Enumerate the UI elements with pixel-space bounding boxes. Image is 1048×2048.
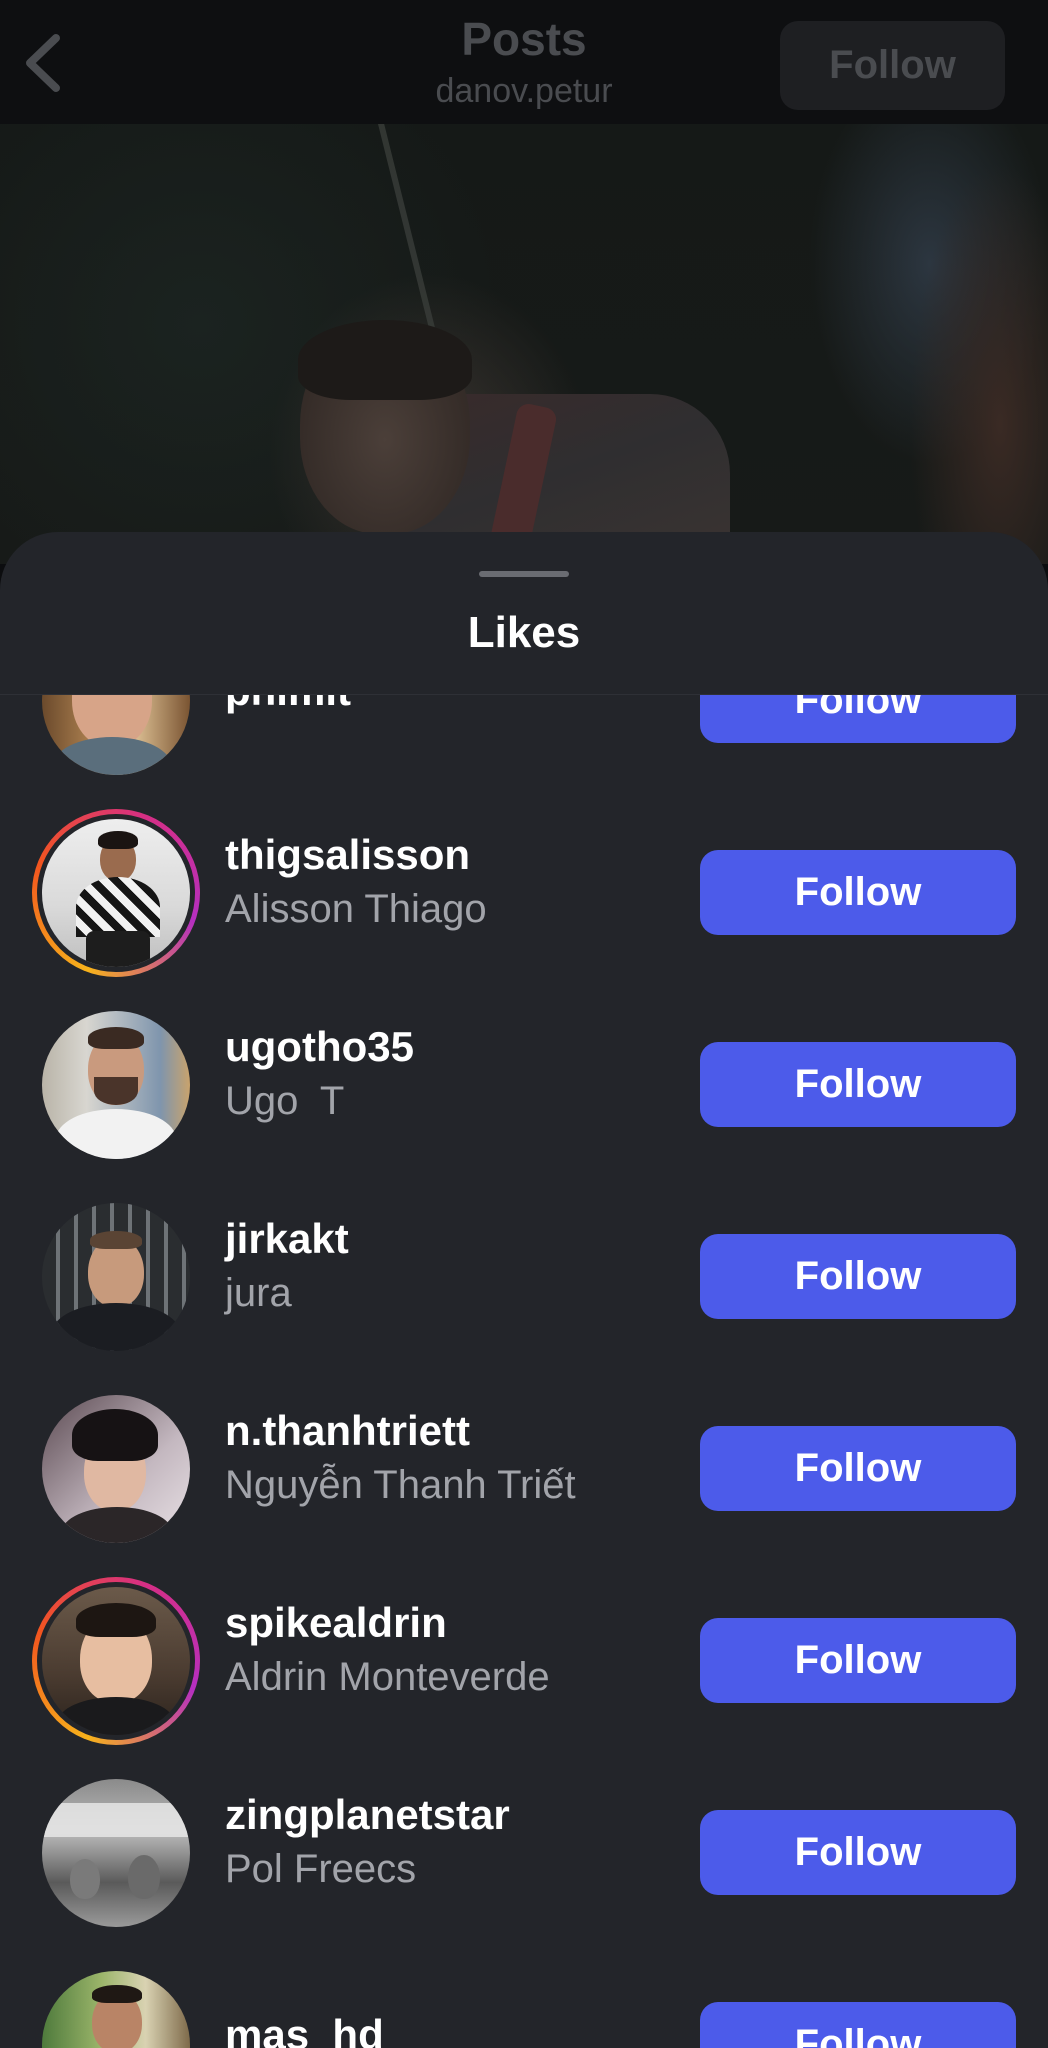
follow-button[interactable]: Follow: [700, 850, 1016, 935]
list-item[interactable]: n.thanhtriett Nguyễn Thanh Triết Follow: [0, 1363, 1048, 1555]
list-item[interactable]: jirkakt jura Follow: [0, 1171, 1048, 1363]
top-nav-bar: Posts danov.petur Follow: [0, 0, 1048, 124]
username[interactable]: phimit: [225, 695, 351, 717]
avatar-image: [42, 1011, 190, 1159]
avatar[interactable]: [32, 1001, 200, 1169]
post-photo: [0, 122, 1048, 594]
full-name: jura: [225, 1271, 292, 1315]
list-item[interactable]: ugotho35 Ugo T Follow: [0, 979, 1048, 1171]
list-item[interactable]: mas_hd Follow: [0, 1939, 1048, 2048]
photo-subject-hair: [298, 320, 472, 400]
full-name: Pol Freecs: [225, 1847, 417, 1891]
follow-button[interactable]: Follow: [700, 695, 1016, 743]
follow-button[interactable]: Follow: [700, 1042, 1016, 1127]
screen: Posts danov.petur Follow Likes Follow th…: [0, 0, 1048, 2048]
full-name: Aldrin Monteverde: [225, 1655, 550, 1699]
likes-sheet: Likes phimit: [0, 532, 1048, 2048]
avatar[interactable]: [32, 1961, 200, 2048]
follow-button[interactable]: Follow: [700, 1618, 1016, 1703]
avatar-image: [42, 819, 190, 967]
username[interactable]: mas_hd: [225, 2009, 384, 2048]
sheet-grabber-handle[interactable]: [479, 571, 569, 577]
list-item[interactable]: spikealdrin Aldrin Monteverde Follow: [0, 1555, 1048, 1747]
sheet-title: Likes: [467, 608, 581, 657]
full-name: Alisson Thiago: [225, 887, 487, 931]
avatar-image: [42, 1779, 190, 1927]
list-item[interactable]: phimit Follow: [0, 695, 1048, 787]
full-name: Nguyễn Thanh Triết: [225, 1463, 576, 1507]
username[interactable]: n.thanhtriett: [225, 1405, 576, 1457]
header-follow-button[interactable]: Follow: [780, 21, 1005, 110]
follow-button[interactable]: Follow: [700, 2002, 1016, 2048]
follow-button[interactable]: Follow: [700, 1234, 1016, 1319]
username[interactable]: thigsalisson: [225, 829, 487, 881]
avatar-image: [42, 1203, 190, 1351]
follow-button[interactable]: Follow: [700, 1426, 1016, 1511]
username[interactable]: jirkakt: [225, 1213, 349, 1265]
username[interactable]: ugotho35: [225, 1021, 414, 1073]
avatar-story-ring[interactable]: [32, 809, 200, 977]
likes-list-content: phimit Follow: [0, 695, 1048, 2048]
follow-button[interactable]: Follow: [700, 1810, 1016, 1895]
avatar[interactable]: [32, 695, 200, 785]
list-item[interactable]: zingplanetstar Pol Freecs Follow: [0, 1747, 1048, 1939]
avatar[interactable]: [32, 1769, 200, 1937]
avatar-image: [42, 695, 190, 775]
avatar[interactable]: [32, 1385, 200, 1553]
avatar-image: [42, 1971, 190, 2048]
username[interactable]: spikealdrin: [225, 1597, 550, 1649]
username[interactable]: zingplanetstar: [225, 1789, 510, 1841]
avatar[interactable]: [32, 1193, 200, 1361]
avatar-story-ring[interactable]: [32, 1577, 200, 1745]
full-name: Ugo T: [225, 1079, 345, 1123]
avatar-image: [42, 1587, 190, 1735]
list-item[interactable]: thigsalisson Alisson Thiago Follow: [0, 787, 1048, 979]
avatar-image: [42, 1395, 190, 1543]
likes-list[interactable]: phimit Follow: [0, 695, 1048, 2048]
